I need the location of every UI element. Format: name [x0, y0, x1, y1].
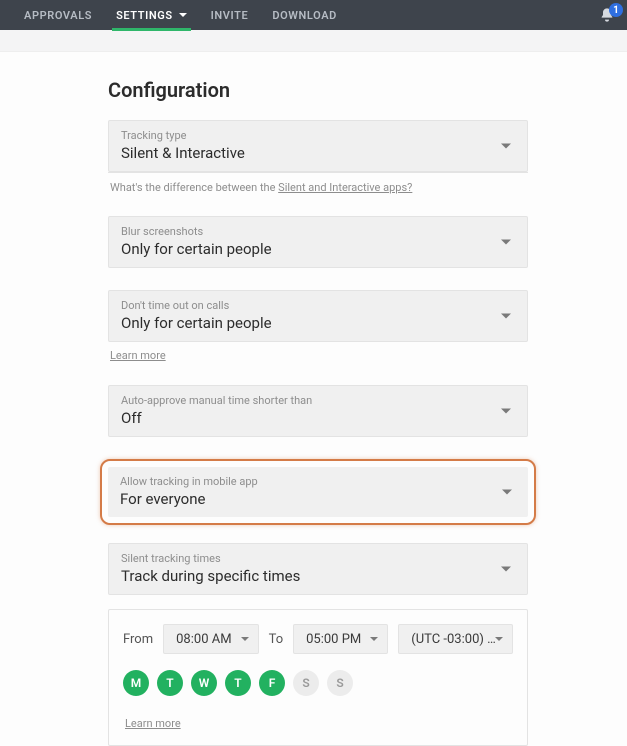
top-navigation: APPROVALS SETTINGS INVITE DOWNLOAD 1: [0, 0, 627, 30]
notifications-button[interactable]: 1: [599, 7, 615, 23]
to-label: To: [269, 632, 284, 647]
sub-navigation-bar: [0, 30, 627, 52]
day-chip-2[interactable]: W: [191, 670, 217, 696]
mobile-tracking-label: Allow tracking in mobile app: [120, 475, 516, 488]
nav-tabs: APPROVALS SETTINGS INVITE DOWNLOAD: [12, 0, 349, 30]
tab-invite[interactable]: INVITE: [199, 0, 261, 30]
chevron-down-icon: [502, 490, 512, 495]
silent-times-value: Track during specific times: [121, 567, 515, 585]
chevron-down-icon: [179, 13, 187, 17]
tracking-type-value: Silent & Interactive: [121, 144, 515, 162]
blur-screenshots-select[interactable]: Blur screenshots Only for certain people: [108, 216, 528, 268]
from-time-select[interactable]: 08:00 AM: [163, 624, 258, 654]
dont-timeout-label: Don't time out on calls: [121, 299, 515, 312]
tab-settings-label: SETTINGS: [116, 9, 173, 22]
timezone-value: (UTC -03:00) …: [411, 632, 496, 647]
auto-approve-select[interactable]: Auto-approve manual time shorter than Of…: [108, 385, 528, 437]
chevron-down-icon: [501, 240, 511, 245]
tracking-type-select[interactable]: Tracking type Silent & Interactive: [108, 120, 528, 172]
mobile-tracking-value: For everyone: [120, 490, 516, 508]
day-chip-3[interactable]: T: [225, 670, 251, 696]
chevron-down-icon: [495, 637, 503, 641]
tab-download[interactable]: DOWNLOAD: [260, 0, 349, 30]
blur-screenshots-value: Only for certain people: [121, 240, 515, 258]
tracking-type-label: Tracking type: [121, 129, 515, 142]
from-time-value: 08:00 AM: [176, 632, 231, 647]
days-row: MTWTFSS: [123, 670, 513, 696]
chevron-down-icon: [501, 144, 511, 149]
dont-timeout-value: Only for certain people: [121, 314, 515, 332]
silent-times-label: Silent tracking times: [121, 552, 515, 565]
to-time-select[interactable]: 05:00 PM: [293, 624, 388, 654]
chevron-down-icon: [370, 637, 378, 641]
content-area: Configuration Tracking type Silent & Int…: [0, 52, 627, 746]
tracking-type-hint: What's the difference between the Silent…: [108, 172, 528, 194]
timezone-select[interactable]: (UTC -03:00) …: [398, 624, 513, 654]
dont-timeout-select[interactable]: Don't time out on calls Only for certain…: [108, 290, 528, 342]
mobile-tracking-highlight: Allow tracking in mobile app For everyon…: [100, 459, 536, 525]
page-title: Configuration: [108, 78, 528, 102]
day-chip-1[interactable]: T: [157, 670, 183, 696]
day-chip-5[interactable]: S: [293, 670, 319, 696]
chevron-down-icon: [241, 637, 249, 641]
to-time-value: 05:00 PM: [306, 632, 361, 647]
from-label: From: [123, 632, 153, 647]
day-chip-4[interactable]: F: [259, 670, 285, 696]
hint-text: What's the difference between the: [110, 181, 278, 194]
tab-approvals[interactable]: APPROVALS: [12, 0, 104, 30]
notification-badge: 1: [609, 3, 623, 17]
day-chip-0[interactable]: M: [123, 670, 149, 696]
chevron-down-icon: [501, 567, 511, 572]
blur-screenshots-label: Blur screenshots: [121, 225, 515, 238]
silent-times-select[interactable]: Silent tracking times Track during speci…: [108, 543, 528, 595]
time-period-box: From 08:00 AM To 05:00 PM (UTC -03:00) ……: [108, 609, 528, 746]
time-range-row: From 08:00 AM To 05:00 PM (UTC -03:00) …: [123, 624, 513, 654]
chevron-down-icon: [501, 314, 511, 319]
learn-more-link-silent-times[interactable]: Learn more: [123, 710, 183, 730]
day-chip-6[interactable]: S: [327, 670, 353, 696]
mobile-tracking-select[interactable]: Allow tracking in mobile app For everyon…: [108, 467, 528, 517]
hint-link-silent-interactive[interactable]: Silent and Interactive apps?: [278, 181, 412, 194]
tab-settings[interactable]: SETTINGS: [104, 0, 199, 30]
learn-more-link-timeout[interactable]: Learn more: [108, 342, 168, 362]
auto-approve-label: Auto-approve manual time shorter than: [121, 394, 515, 407]
chevron-down-icon: [501, 409, 511, 414]
auto-approve-value: Off: [121, 409, 515, 427]
